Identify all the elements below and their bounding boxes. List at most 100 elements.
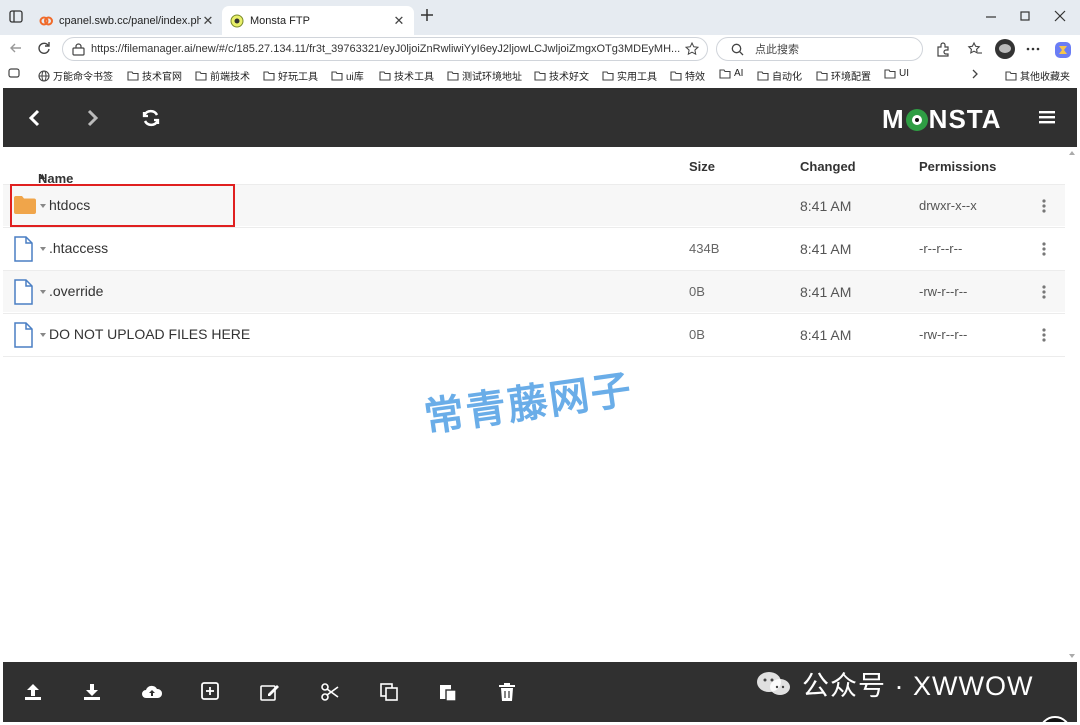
upload-icon[interactable] — [23, 682, 43, 702]
file-size: 434B — [689, 241, 720, 256]
file-name[interactable]: DO NOT UPLOAD FILES HERE — [49, 326, 250, 342]
row-dropdown-caret-icon[interactable] — [40, 290, 46, 294]
search-icon — [731, 43, 744, 56]
column-size[interactable]: Size — [689, 159, 715, 174]
monster-eye-icon — [905, 108, 928, 131]
file-name[interactable]: .override — [49, 283, 103, 299]
monsta-logo: M NSTA — [882, 104, 1002, 134]
file-changed: 8:41 AM — [800, 327, 852, 343]
search-placeholder: 点此搜索 — [755, 44, 799, 56]
file-row[interactable]: htdocs 8:41 AM drwxr-x--x — [3, 184, 1065, 226]
bookmark-folder[interactable]: UI — [884, 68, 909, 79]
file-list-header: Name ▲ Size Changed Permissions — [38, 159, 997, 186]
search-box[interactable]: 点此搜索 — [716, 37, 923, 61]
file-changed: 8:41 AM — [800, 198, 852, 214]
copilot-icon[interactable] — [1054, 41, 1071, 58]
bookmark-folder[interactable]: ui库 — [331, 68, 364, 83]
close-window-icon[interactable] — [1053, 9, 1071, 25]
bookmark-folder[interactable]: 技术官网 — [127, 68, 182, 83]
tab-cpanel[interactable]: cpanel.swb.cc/panel/index.php#g ✕ — [33, 6, 221, 35]
row-actions-icon[interactable] — [1041, 327, 1047, 343]
bookmark-folder[interactable]: 实用工具 — [602, 68, 657, 83]
column-permissions[interactable]: Permissions — [919, 159, 996, 174]
row-actions-icon[interactable] — [1041, 241, 1047, 257]
tab-monsta-ftp[interactable]: Monsta FTP ✕ — [222, 6, 414, 35]
address-row: https://filemanager.ai/new/#/c/185.27.13… — [0, 35, 1080, 63]
cpanel-favicon-icon — [39, 14, 53, 28]
reload-icon[interactable] — [36, 40, 54, 58]
tab-close-icon[interactable]: ✕ — [201, 13, 215, 29]
forward-arrow-icon[interactable] — [81, 107, 103, 129]
bookmark-folder[interactable]: 技术工具 — [379, 68, 434, 83]
site-info-icon[interactable] — [72, 43, 85, 56]
folder-icon — [13, 195, 37, 215]
monsta-ftp-app: M NSTA Name ▲ Size Changed Permissions h… — [3, 88, 1077, 722]
tab-title: Monsta FTP — [250, 14, 310, 27]
hamburger-menu-icon[interactable] — [1039, 109, 1055, 125]
other-bookmarks-folder[interactable]: 其他收藏夹 — [1005, 68, 1070, 83]
favorite-star-icon[interactable] — [685, 42, 699, 56]
paste-icon[interactable] — [438, 682, 458, 702]
row-dropdown-caret-icon[interactable] — [40, 204, 46, 208]
row-dropdown-caret-icon[interactable] — [40, 247, 46, 251]
column-changed[interactable]: Changed — [800, 159, 856, 174]
file-changed: 8:41 AM — [800, 241, 852, 257]
sidebar-toggle-icon[interactable] — [9, 10, 27, 26]
file-permissions: drwxr-x--x — [919, 198, 977, 213]
file-permissions: -rw-r--r-- — [919, 327, 968, 342]
file-row[interactable]: .override 0B 8:41 AM -rw-r--r-- — [3, 270, 1065, 312]
wechat-icon — [756, 670, 792, 698]
extensions-icon[interactable] — [935, 41, 951, 57]
tab-close-icon[interactable]: ✕ — [392, 13, 406, 29]
watermark-text: 常青藤网子 — [421, 367, 636, 441]
new-item-icon[interactable] — [201, 682, 221, 702]
back-icon[interactable] — [8, 40, 26, 58]
download-icon[interactable] — [82, 682, 102, 702]
row-actions-icon[interactable] — [1041, 284, 1047, 300]
file-size: 0B — [689, 284, 705, 299]
bookmark-folder[interactable]: 好玩工具 — [263, 68, 318, 83]
more-menu-icon[interactable] — [1025, 41, 1041, 57]
file-size: 0B — [689, 327, 705, 342]
file-icon — [13, 236, 33, 262]
address-bar[interactable]: https://filemanager.ai/new/#/c/185.27.13… — [62, 37, 708, 61]
file-name[interactable]: htdocs — [49, 197, 90, 213]
maximize-icon[interactable] — [1018, 9, 1036, 25]
refresh-icon[interactable] — [140, 107, 162, 129]
row-dropdown-caret-icon[interactable] — [40, 333, 46, 337]
bookmarks-toggle-icon[interactable] — [8, 68, 23, 78]
file-permissions: -rw-r--r-- — [919, 284, 968, 299]
edit-icon[interactable] — [260, 682, 280, 702]
bookmark-folder[interactable]: 测试环境地址 — [447, 68, 522, 83]
bookmarks-overflow-icon[interactable] — [970, 68, 983, 80]
scrollbar[interactable] — [1067, 147, 1077, 662]
bookmark-folder[interactable]: 特效 — [670, 68, 705, 83]
file-icon — [13, 279, 33, 305]
cut-icon[interactable] — [320, 682, 340, 702]
favorites-icon[interactable] — [967, 41, 983, 57]
wechat-watermark: 公众号 · XWWOW — [756, 664, 1033, 703]
bookmark-folder[interactable]: 自动化 — [757, 68, 802, 83]
wechat-text: 公众号 · XWWOW — [802, 671, 1034, 701]
minimize-icon[interactable] — [984, 9, 1002, 25]
tab-title: cpanel.swb.cc/panel/index.php#g — [59, 14, 201, 27]
delete-icon[interactable] — [498, 682, 518, 702]
profile-avatar[interactable] — [995, 39, 1015, 59]
sort-asc-icon: ▲ — [38, 171, 47, 181]
file-row[interactable]: .htaccess 434B 8:41 AM -r--r--r-- — [3, 227, 1065, 269]
new-tab-icon[interactable] — [420, 8, 438, 24]
file-row[interactable]: DO NOT UPLOAD FILES HERE 0B 8:41 AM -rw-… — [3, 313, 1065, 355]
bookmark-folder[interactable]: AI — [719, 68, 743, 79]
bookmark-folder[interactable]: 技术好文 — [534, 68, 589, 83]
file-name[interactable]: .htaccess — [49, 240, 108, 256]
back-arrow-icon[interactable] — [24, 107, 46, 129]
bookmarks-bar: 万能命令书签 技术官网 前端技术 好玩工具 ui库 技术工具 测试环境地址 技术… — [0, 63, 1080, 87]
cloud-upload-icon[interactable] — [141, 682, 163, 702]
copy-icon[interactable] — [379, 682, 399, 702]
bookmark-folder[interactable]: 前端技术 — [195, 68, 250, 83]
file-permissions: -r--r--r-- — [919, 241, 963, 256]
file-changed: 8:41 AM — [800, 284, 852, 300]
row-actions-icon[interactable] — [1041, 198, 1047, 214]
bookmark-item[interactable]: 万能命令书签 — [38, 68, 113, 83]
bookmark-folder[interactable]: 环境配置 — [816, 68, 871, 83]
